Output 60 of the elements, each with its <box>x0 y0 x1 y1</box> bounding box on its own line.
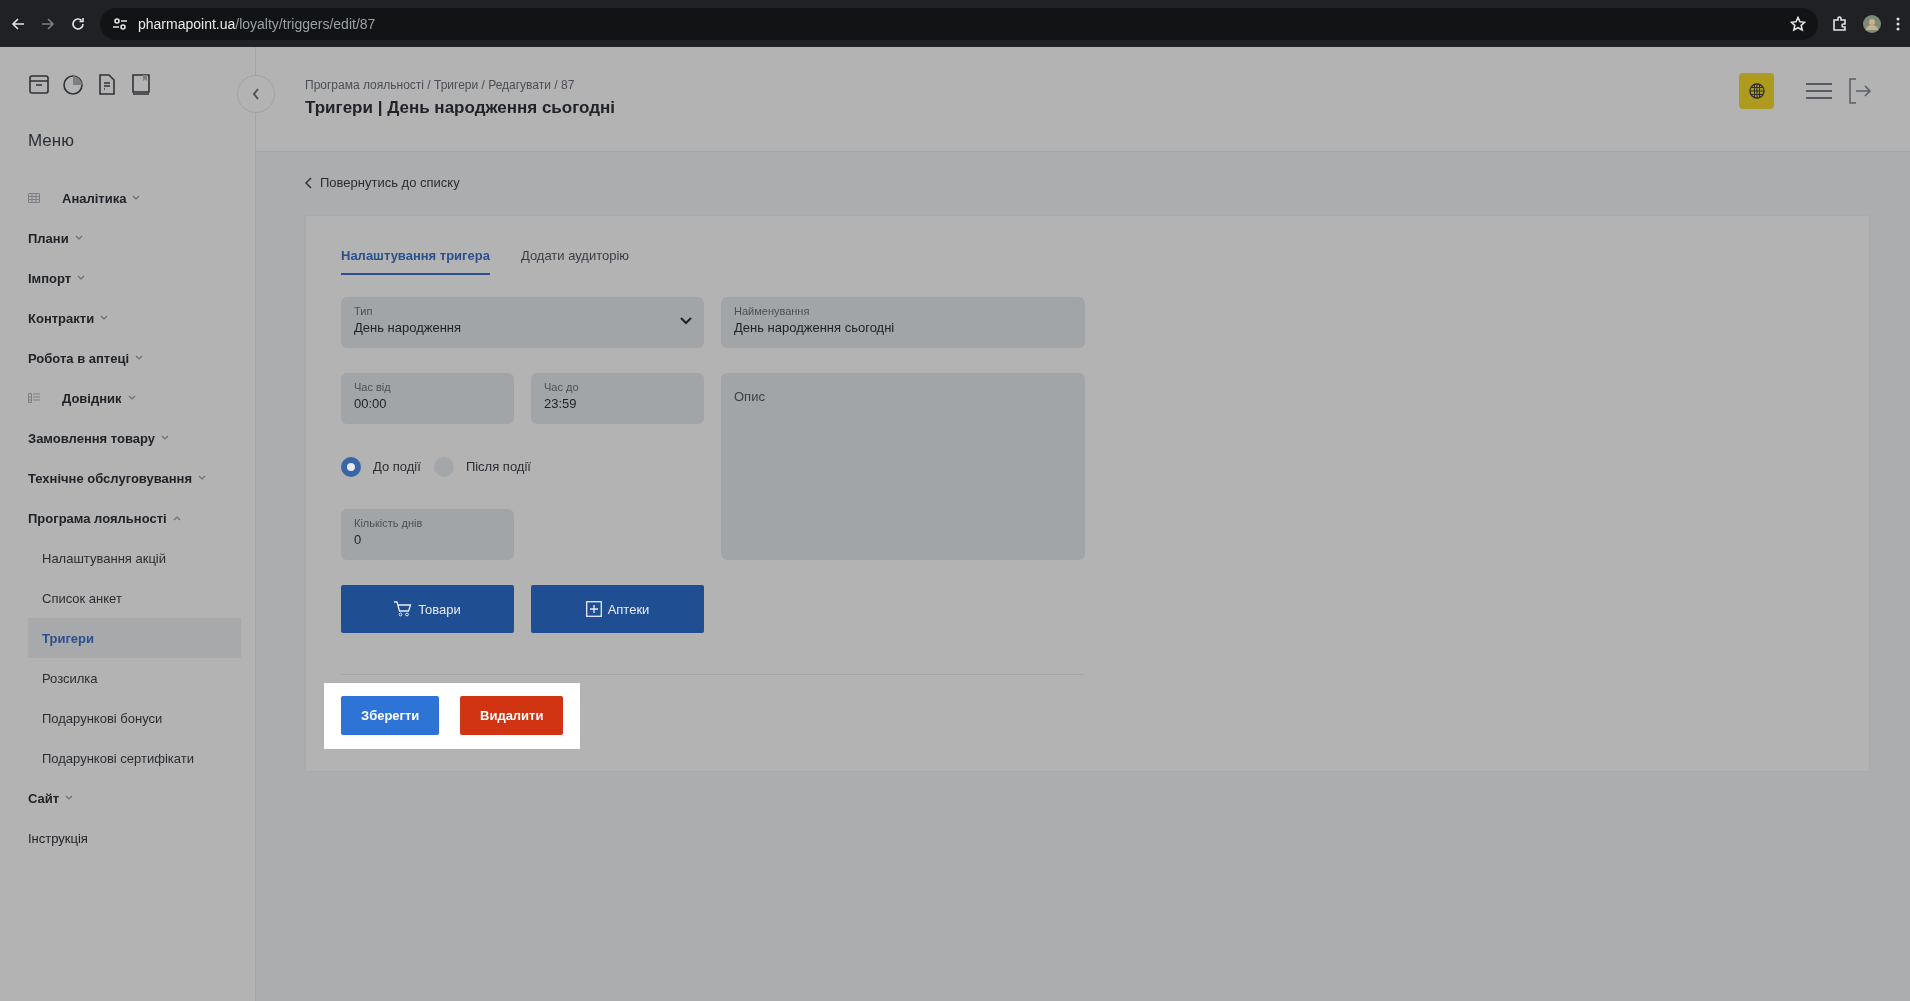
radio-button[interactable] <box>341 456 361 477</box>
menu-icon[interactable] <box>1806 82 1832 100</box>
avatar-icon[interactable] <box>1862 13 1882 34</box>
sidebar-item[interactable]: Робота в аптеці <box>28 350 130 366</box>
sidebar-subitem[interactable]: Подарункові бонуси <box>28 698 241 738</box>
url-text: pharmapoint.ua/loyalty/triggers/edit/87 <box>138 15 376 32</box>
save-button[interactable]: Зберегти <box>341 696 439 735</box>
more-icon[interactable] <box>1896 15 1900 32</box>
globe-icon <box>1748 83 1765 99</box>
table-icon <box>28 193 40 203</box>
list-icon <box>28 393 40 403</box>
star-icon[interactable] <box>1790 15 1806 32</box>
tab[interactable]: Налаштування тригера <box>341 242 490 275</box>
plus-square-icon <box>585 601 602 617</box>
cart-icon <box>394 601 413 617</box>
archive-icon[interactable] <box>28 73 50 95</box>
address-bar[interactable]: pharmapoint.ua/loyalty/triggers/edit/87 <box>100 7 1818 40</box>
menu-title: Меню <box>28 131 75 151</box>
sidebar-subitem[interactable]: Налаштування акцій <box>28 538 241 578</box>
sidebar-link[interactable]: Інструкція <box>28 830 88 846</box>
dropdown-icon <box>680 317 692 325</box>
chevron-left-icon <box>252 88 260 100</box>
name-field[interactable]: Найменування День народження сьогодні <box>721 297 1085 348</box>
action-button[interactable]: Аптеки <box>531 585 704 633</box>
type-select[interactable]: Тип День народження <box>341 297 704 348</box>
sidebar-item[interactable]: Контракти <box>28 310 95 326</box>
document-icon[interactable] <box>96 73 118 95</box>
delete-button[interactable]: Видалити <box>460 696 563 735</box>
action-button[interactable]: Товари <box>341 585 514 633</box>
time-from-field[interactable]: Час від 00:00 <box>341 373 514 424</box>
page-title: Тригери | День народження сьогодні <box>305 98 616 118</box>
sidebar-item[interactable]: Аналітика <box>62 190 127 206</box>
language-button[interactable] <box>1739 73 1774 109</box>
sidebar-item[interactable]: Замовлення товару <box>28 430 155 446</box>
description-field[interactable]: Опис <box>721 373 1085 560</box>
back-link[interactable]: Повернутись до списку <box>305 175 460 190</box>
sidebar-subitem[interactable]: Список анкет <box>28 578 241 618</box>
sidebar-item[interactable]: Сайт <box>28 790 60 806</box>
forward-icon[interactable] <box>40 15 56 32</box>
logout-icon[interactable] <box>1848 78 1872 104</box>
book-icon[interactable] <box>130 73 152 95</box>
back-icon[interactable] <box>10 15 26 32</box>
chevron-left-icon <box>305 176 312 189</box>
days-field[interactable]: Кількість днів 0 <box>341 509 514 560</box>
breadcrumb: Програма лояльності / Тригери / Редагувати / 87 <box>305 78 576 92</box>
pie-chart-icon[interactable] <box>62 73 84 95</box>
sidebar-item[interactable]: Технічне обслуговування <box>28 470 193 486</box>
sidebar-item[interactable]: Плани <box>28 230 69 246</box>
sidebar-item[interactable]: Імпорт <box>28 270 72 286</box>
sidebar-item[interactable]: Довідник <box>62 390 122 406</box>
tab[interactable]: Додати аудиторію <box>520 242 630 275</box>
sidebar-subitem[interactable]: Розсилка <box>28 658 241 698</box>
time-to-field[interactable]: Час до 23:59 <box>531 373 704 424</box>
sidebar-item[interactable]: Програма лояльності <box>28 510 167 526</box>
reload-icon[interactable] <box>70 15 86 32</box>
radio-label[interactable]: До події <box>373 459 421 474</box>
sidebar-subitem[interactable]: Подарункові сертифікати <box>28 738 241 778</box>
extensions-icon[interactable] <box>1832 15 1848 32</box>
radio-label[interactable]: Після події <box>465 459 531 474</box>
site-settings-icon[interactable] <box>112 15 128 32</box>
